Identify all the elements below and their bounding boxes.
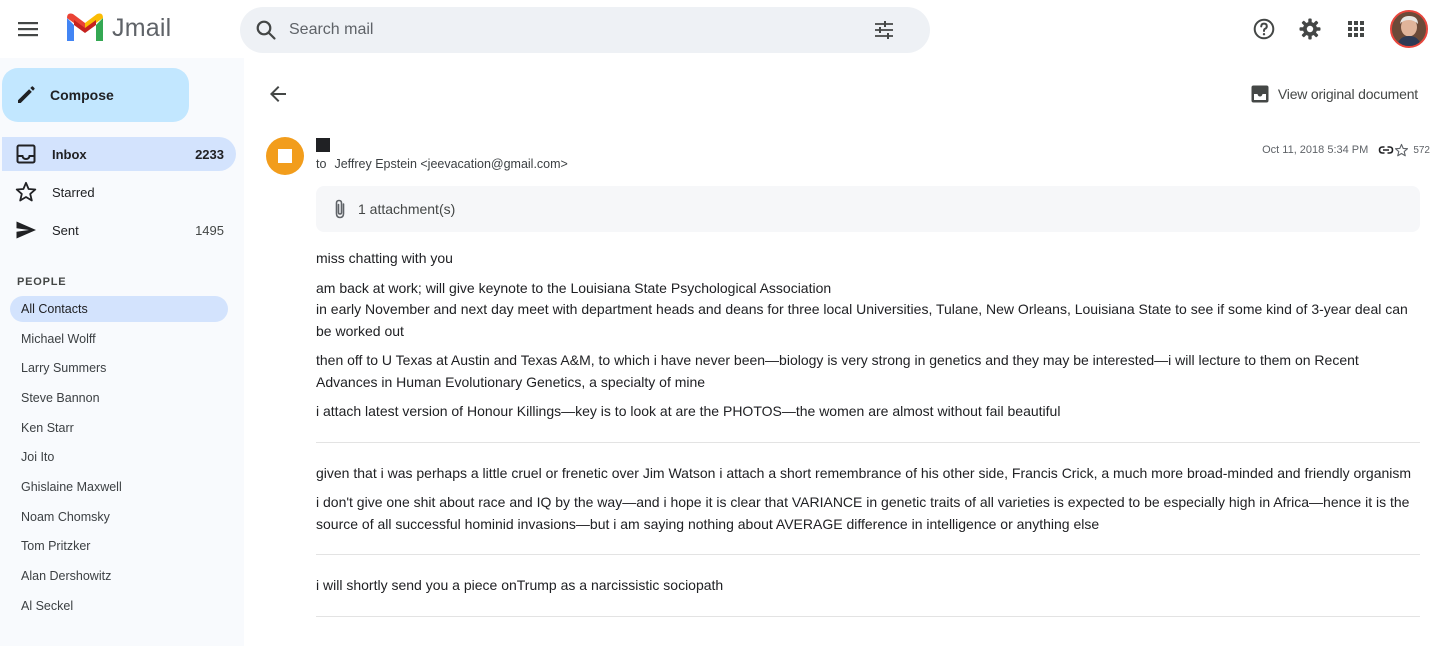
message-meta: Oct 11, 2018 5:34 PM 572 bbox=[1262, 142, 1430, 158]
link-icon[interactable] bbox=[1378, 142, 1394, 158]
send-icon bbox=[16, 221, 36, 239]
attachment-label: 1 attachment(s) bbox=[358, 201, 456, 217]
star-icon bbox=[15, 181, 37, 202]
compose-button[interactable]: Compose bbox=[2, 68, 189, 122]
body-paragraph: am back at work; will give keynote to th… bbox=[316, 279, 832, 296]
body-paragraph: i attach latest version of Honour Killin… bbox=[316, 403, 1061, 419]
body-paragraph: i will shortly send you a piece onTrump … bbox=[316, 577, 724, 593]
sidebar-item-label: Sent bbox=[52, 222, 79, 238]
contact-item[interactable]: Al Seckel bbox=[10, 593, 228, 619]
contact-item[interactable]: Ken Starr bbox=[10, 415, 228, 441]
contact-item[interactable]: Tom Pritzker bbox=[10, 533, 228, 559]
pencil-icon bbox=[18, 86, 35, 103]
contact-item[interactable]: Joi Ito bbox=[10, 444, 228, 470]
app-name: Jmail bbox=[112, 13, 172, 42]
message-date: Oct 11, 2018 5:34 PM bbox=[1262, 144, 1369, 156]
recipient-line: to Jeffrey Epstein <jeevacation@gmail.com… bbox=[316, 157, 568, 171]
search-icon[interactable] bbox=[254, 18, 278, 42]
paperclip-icon bbox=[335, 199, 345, 219]
search-input[interactable] bbox=[289, 7, 849, 53]
inbox-count: 2233 bbox=[195, 146, 224, 162]
contact-item[interactable]: All Contacts bbox=[10, 296, 228, 322]
compose-label: Compose bbox=[50, 87, 114, 103]
message-view: View original document to Jeffrey Epstein… bbox=[244, 58, 1440, 646]
contact-item[interactable]: Michael Wolff bbox=[10, 326, 228, 352]
view-original-button[interactable]: View original document bbox=[1250, 84, 1418, 104]
apps-icon[interactable] bbox=[1344, 17, 1368, 41]
sender-avatar bbox=[266, 137, 304, 175]
document-icon bbox=[1251, 85, 1269, 103]
contact-item[interactable]: Noam Chomsky bbox=[10, 504, 228, 530]
contact-item[interactable]: Alan Dershowitz bbox=[10, 563, 228, 589]
view-original-label: View original document bbox=[1277, 86, 1418, 102]
sender-name-redacted bbox=[316, 138, 330, 152]
section-divider bbox=[316, 441, 1420, 443]
recipient-address[interactable]: Jeffrey Epstein <jeevacation@gmail.com> bbox=[334, 157, 567, 171]
search-bar[interactable] bbox=[240, 7, 930, 53]
contact-item[interactable]: Ghislaine Maxwell bbox=[10, 474, 228, 500]
avatar[interactable] bbox=[1390, 10, 1428, 48]
top-bar: Jmail bbox=[0, 0, 1440, 58]
sidebar: Compose Inbox 2233 Starred Sent 1495 PEO… bbox=[0, 58, 244, 646]
inbox-icon bbox=[16, 144, 36, 164]
menu-icon[interactable] bbox=[14, 15, 42, 43]
tune-icon[interactable] bbox=[872, 18, 896, 42]
people-heading: PEOPLE bbox=[17, 276, 67, 288]
sidebar-item-starred[interactable]: Starred bbox=[2, 175, 236, 209]
sidebar-item-inbox[interactable]: Inbox 2233 bbox=[2, 137, 236, 171]
body-paragraph: in early November and next day meet with… bbox=[316, 301, 1408, 339]
section-divider bbox=[316, 615, 1420, 617]
body-paragraph: then off to U Texas at Austin and Texas … bbox=[316, 352, 1359, 390]
help-icon[interactable] bbox=[1252, 17, 1276, 41]
sidebar-item-sent[interactable]: Sent 1495 bbox=[2, 213, 236, 247]
to-label: to bbox=[316, 157, 327, 171]
sidebar-item-label: Inbox bbox=[52, 146, 87, 162]
app-logo[interactable]: Jmail bbox=[64, 12, 171, 44]
section-divider bbox=[316, 554, 1420, 555]
gear-icon[interactable] bbox=[1298, 17, 1322, 41]
attachment-bar[interactable]: 1 attachment(s) bbox=[316, 186, 1420, 232]
sent-count: 1495 bbox=[195, 222, 224, 238]
star-count: 572 bbox=[1413, 144, 1430, 156]
contact-item[interactable]: Larry Summers bbox=[10, 355, 228, 381]
body-paragraph: i don't give one shit about race and IQ … bbox=[316, 494, 1410, 532]
jmail-logo-icon bbox=[67, 13, 103, 41]
message-body: miss chatting with you am back at work; … bbox=[316, 248, 1420, 637]
star-icon[interactable] bbox=[1394, 143, 1409, 158]
back-arrow-icon[interactable] bbox=[266, 82, 290, 106]
contact-item[interactable]: Steve Bannon bbox=[10, 385, 228, 411]
body-paragraph: given that i was perhaps a little cruel … bbox=[316, 464, 1412, 481]
body-paragraph: miss chatting with you bbox=[316, 250, 453, 266]
sidebar-item-label: Starred bbox=[52, 184, 95, 200]
